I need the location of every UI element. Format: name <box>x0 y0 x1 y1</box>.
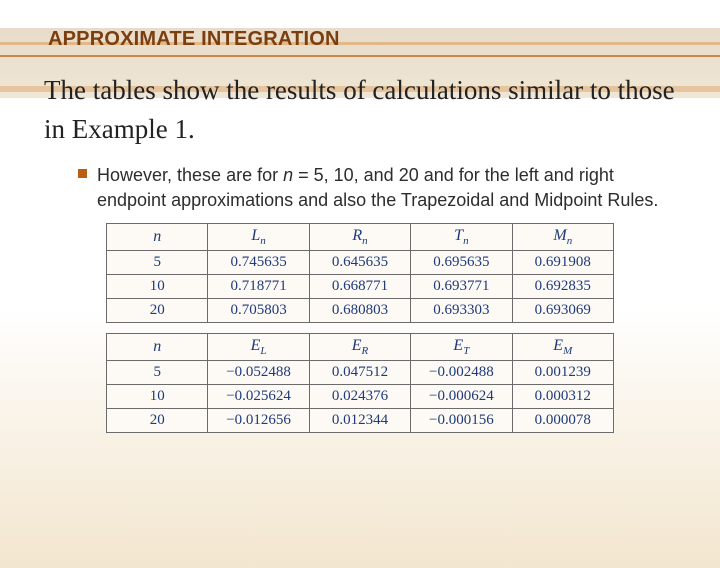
title-rule <box>0 55 720 57</box>
tables-container: n Ln Rn Tn Mn 5 0.745635 0.645635 0.6956… <box>106 223 614 433</box>
table-row: 20 −0.012656 0.012344 −0.000156 0.000078 <box>107 409 614 433</box>
col-EM: EM <box>512 334 613 361</box>
col-ER: ER <box>309 334 410 361</box>
bullet-item: However, these are for n = 5, 10, and 20… <box>78 163 660 213</box>
col-n: n <box>107 334 208 361</box>
col-ET: ET <box>411 334 512 361</box>
col-Rn: Rn <box>309 223 410 250</box>
errors-table: n EL ER ET EM 5 −0.052488 0.047512 −0.00… <box>106 333 614 433</box>
table-header-row: n Ln Rn Tn Mn <box>107 223 614 250</box>
table-row: 5 0.745635 0.645635 0.695635 0.691908 <box>107 251 614 275</box>
table-row: 5 −0.052488 0.047512 −0.002488 0.001239 <box>107 361 614 385</box>
table-row: 20 0.705803 0.680803 0.693303 0.693069 <box>107 299 614 323</box>
col-Mn: Mn <box>512 223 613 250</box>
col-Tn: Tn <box>411 223 512 250</box>
table-row: 10 0.718771 0.668771 0.693771 0.692835 <box>107 275 614 299</box>
col-EL: EL <box>208 334 309 361</box>
lead-text: The tables show the results of calculati… <box>44 71 680 149</box>
table-row: 10 −0.025624 0.024376 −0.000624 0.000312 <box>107 385 614 409</box>
bullet-marker-icon <box>78 169 87 178</box>
approximations-table: n Ln Rn Tn Mn 5 0.745635 0.645635 0.6956… <box>106 223 614 323</box>
table-header-row: n EL ER ET EM <box>107 334 614 361</box>
col-n: n <box>107 223 208 250</box>
slide-title: APPROXIMATE INTEGRATION <box>48 28 720 51</box>
bullet-text: However, these are for n = 5, 10, and 20… <box>97 163 660 213</box>
col-Ln: Ln <box>208 223 309 250</box>
